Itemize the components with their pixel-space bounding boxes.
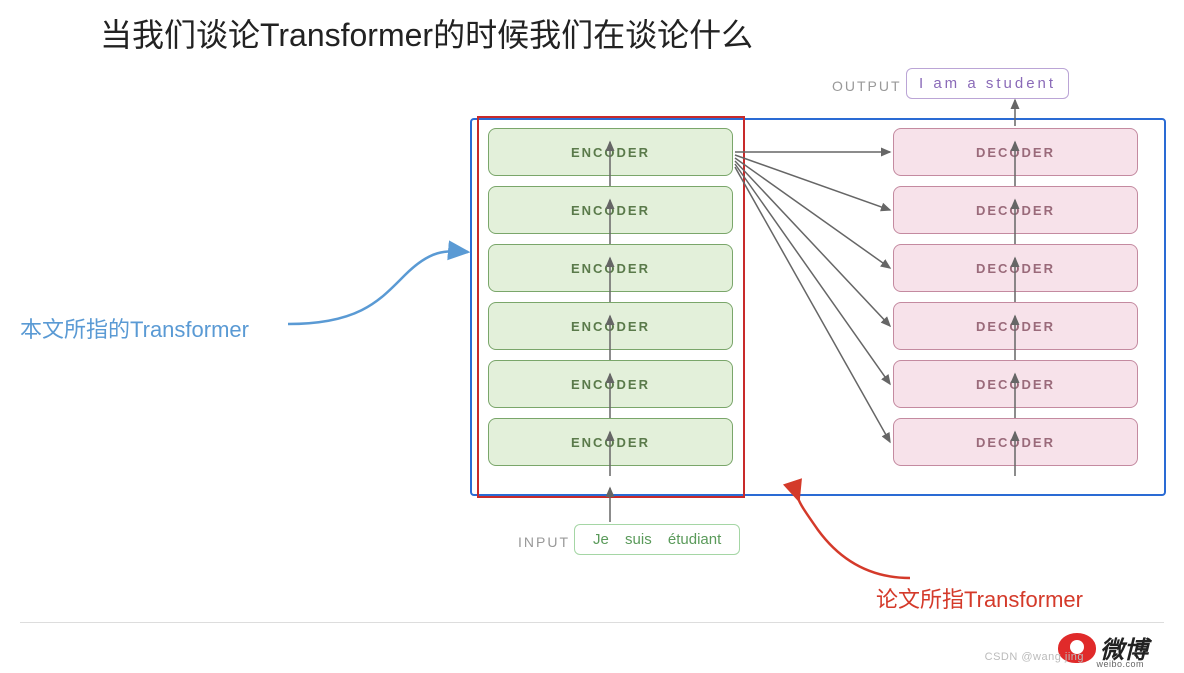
- annotation-right: 论文所指Transformer: [876, 582, 1083, 614]
- decoder-block: DECODER: [893, 186, 1138, 234]
- input-box: Je suis étudiant: [574, 524, 740, 555]
- decoder-block: DECODER: [893, 360, 1138, 408]
- decoder-block: DECODER: [893, 244, 1138, 292]
- decoder-stack: DECODER DECODER DECODER DECODER DECODER …: [893, 128, 1138, 466]
- csdn-watermark: CSDN @wang jing: [985, 651, 1084, 663]
- output-label: OUTPUT: [832, 78, 902, 94]
- divider: [20, 622, 1164, 623]
- input-label: INPUT: [518, 534, 570, 550]
- input-token: suis: [625, 531, 652, 548]
- encoder-block: ENCODER: [488, 418, 733, 466]
- encoder-block: ENCODER: [488, 128, 733, 176]
- encoder-block: ENCODER: [488, 244, 733, 292]
- decoder-block: DECODER: [893, 418, 1138, 466]
- output-box: I am a student: [906, 68, 1069, 99]
- weibo-domain: weibo.com: [1096, 659, 1144, 669]
- decoder-block: DECODER: [893, 128, 1138, 176]
- encoder-block: ENCODER: [488, 186, 733, 234]
- encoder-block: ENCODER: [488, 360, 733, 408]
- encoder-block: ENCODER: [488, 302, 733, 350]
- annotation-left: 本文所指的Transformer: [20, 312, 249, 344]
- input-token: étudiant: [668, 531, 721, 548]
- decoder-block: DECODER: [893, 302, 1138, 350]
- input-token: Je: [593, 531, 609, 548]
- page-title: 当我们谈论Transformer的时候我们在谈论什么: [100, 10, 753, 56]
- encoder-stack: ENCODER ENCODER ENCODER ENCODER ENCODER …: [488, 128, 733, 466]
